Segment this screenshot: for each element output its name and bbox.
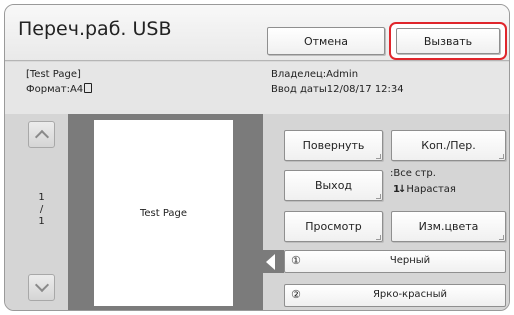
chevron-up-icon — [34, 129, 49, 145]
button-corner-icon — [376, 154, 381, 159]
document-info: [Test Page] Формат:A4 Владелец:Admin Вво… — [5, 62, 509, 114]
format-label: Формат:A4 — [26, 84, 84, 95]
cancel-button-label: Отмена — [303, 34, 349, 48]
preview-button-label: Просмотр — [305, 220, 362, 233]
color-row-1[interactable]: ① Черный — [284, 250, 506, 273]
button-corner-icon — [499, 235, 504, 240]
sort-order-label: Нарастая — [406, 184, 456, 195]
cancel-button[interactable]: Отмена — [267, 27, 385, 55]
button-corner-icon — [376, 235, 381, 240]
scroll-down-button[interactable] — [28, 274, 55, 301]
call-button-label: Вызвать — [423, 34, 473, 48]
drum-number: ② — [291, 288, 301, 301]
page-separator: / — [39, 204, 44, 215]
rotate-button[interactable]: Повернуть — [284, 130, 383, 161]
sort-order: 1↓ Нарастая — [393, 184, 456, 195]
change-color-button[interactable]: Изм.цвета — [391, 211, 506, 242]
page-preview: Test Page — [94, 120, 233, 306]
color-name: Черный — [389, 255, 431, 266]
page-preview-frame: Test Page — [68, 114, 263, 310]
scroll-up-button[interactable] — [28, 121, 55, 148]
job-list-screen: Переч.раб. USB Отмена Вызвать [Test Page… — [4, 4, 510, 311]
button-corner-icon — [499, 154, 504, 159]
page-preview-text: Test Page — [139, 207, 188, 219]
button-corner-icon — [376, 194, 381, 199]
date-info: Ввод даты12/08/17 12:34 — [271, 84, 404, 95]
color-row-2[interactable]: ② Ярко-красный — [284, 284, 506, 307]
chevron-down-icon — [34, 277, 49, 293]
triangle-left-icon — [266, 254, 275, 270]
document-name: [Test Page] — [26, 69, 81, 80]
exit-button-label: Выход — [314, 179, 353, 192]
format-info: Формат:A4 — [26, 83, 93, 95]
page-current: 1 — [38, 192, 45, 203]
exit-button[interactable]: Выход — [284, 170, 383, 201]
preview-button[interactable]: Просмотр — [284, 211, 383, 242]
change-color-button-label: Изм.цвета — [418, 220, 479, 233]
page-total: 1 — [38, 216, 45, 227]
owner-info: Владелец:Admin — [271, 69, 359, 80]
call-button-highlight: Вызвать — [389, 22, 507, 60]
copies-sets-button-label: Коп./Пер. — [421, 139, 476, 152]
copies-sets-button[interactable]: Коп./Пер. — [391, 130, 506, 161]
preview-area: 1 / 1 Test Page Повернуть Коп./Пер. Выхо… — [5, 114, 509, 310]
page-counter: 1 / 1 — [28, 192, 55, 228]
color-name: Ярко-красный — [372, 289, 447, 300]
page-title: Переч.раб. USB — [18, 18, 172, 40]
sort-ascending-icon: 1↓ — [393, 184, 406, 195]
rotate-button-label: Повернуть — [302, 139, 365, 152]
all-pages-label: :Все стр. — [390, 168, 436, 179]
call-button[interactable]: Вызвать — [396, 28, 500, 54]
portrait-page-icon — [84, 83, 93, 93]
drum-number: ① — [291, 254, 301, 267]
header-bar: Переч.раб. USB Отмена Вызвать — [5, 5, 509, 61]
